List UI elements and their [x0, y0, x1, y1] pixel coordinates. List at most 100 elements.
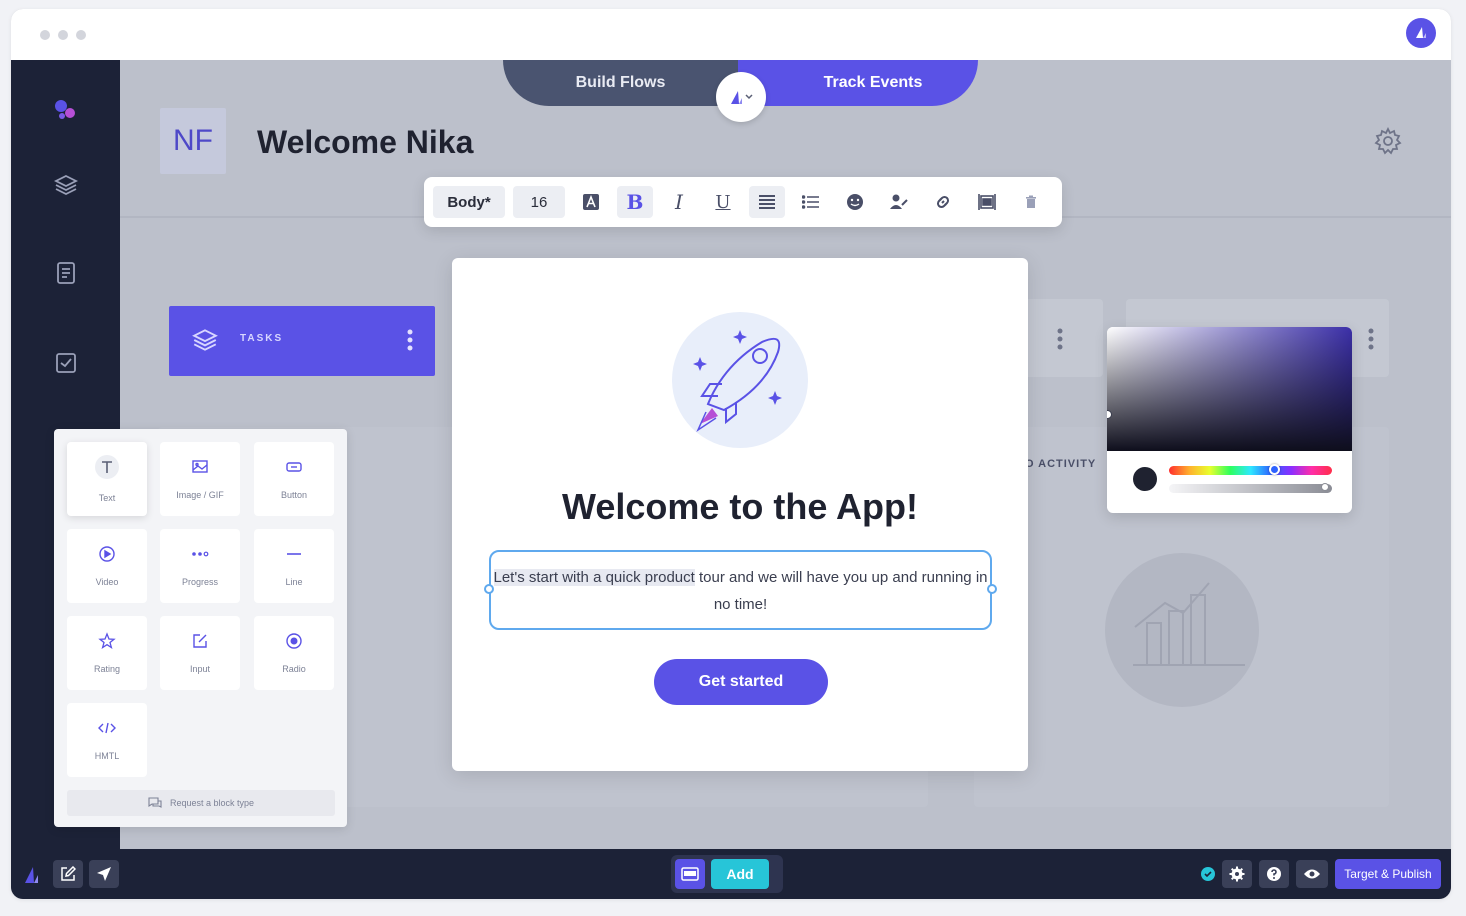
page-title: Welcome Nika — [257, 124, 474, 160]
mode-logo-icon[interactable] — [716, 72, 766, 122]
block-label: Input — [189, 664, 211, 674]
saturation-area[interactable] — [1107, 327, 1352, 451]
format-toolbar: Body* 16 B I U — [424, 177, 1062, 227]
block-progress[interactable]: Progress — [160, 529, 240, 603]
resize-handle[interactable] — [987, 584, 997, 594]
delete-icon[interactable] — [1013, 186, 1049, 218]
block-label: Text — [98, 493, 116, 503]
edit-icon[interactable] — [53, 860, 83, 888]
align-icon[interactable] — [749, 186, 785, 218]
tasks-label: TASKS — [240, 333, 284, 344]
hue-handle[interactable] — [1269, 464, 1280, 475]
block-radio[interactable]: Radio — [254, 616, 334, 690]
text-selection: Let's start with a quick product — [493, 569, 695, 586]
embed-icon[interactable] — [969, 186, 1005, 218]
block-input[interactable]: Input — [160, 616, 240, 690]
layers-icon — [192, 329, 218, 351]
block-button[interactable]: Button — [254, 442, 334, 516]
bottom-bar: Add Target & Publish — [11, 849, 1451, 899]
block-label: Progress — [181, 577, 218, 587]
block-label: Image / GIF — [176, 490, 224, 500]
apps-icon[interactable] — [51, 95, 81, 125]
modal-body-text[interactable]: Let's start with a quick product tour an… — [484, 550, 997, 630]
block-label: Radio — [282, 664, 306, 674]
italic-icon[interactable]: I — [661, 186, 697, 218]
app-logo-icon[interactable] — [23, 863, 45, 885]
document-icon[interactable] — [51, 258, 81, 288]
get-started-button[interactable]: Get started — [654, 659, 828, 705]
mode-switch: Build Flows Track Events — [503, 60, 978, 122]
progress-icon — [192, 551, 209, 557]
block-line[interactable]: Line — [254, 529, 334, 603]
request-block-button[interactable]: Request a block type — [67, 790, 335, 816]
tasks-card[interactable]: TASKS — [169, 306, 435, 376]
background-card — [1023, 299, 1103, 377]
image-icon — [192, 460, 208, 473]
chart-placeholder-icon — [1105, 553, 1259, 707]
add-control: Add — [671, 855, 783, 893]
list-icon[interactable] — [793, 186, 829, 218]
text-color-icon[interactable] — [573, 186, 609, 218]
add-button[interactable]: Add — [711, 859, 769, 889]
status-ok-icon — [1201, 867, 1215, 881]
avatar: NF — [160, 108, 226, 174]
window-controls — [40, 30, 86, 40]
blocks-panel: Text Image / GIF Button Video Progress L… — [54, 429, 347, 827]
line-icon — [287, 553, 301, 555]
layout-icon[interactable] — [675, 859, 705, 889]
block-video[interactable]: Video — [67, 529, 147, 603]
block-text[interactable]: Text — [67, 442, 147, 516]
bold-icon[interactable]: B — [617, 186, 653, 218]
button-icon — [286, 462, 302, 472]
window-dot[interactable] — [76, 30, 86, 40]
title-bar — [11, 9, 1451, 60]
emoji-icon[interactable] — [837, 186, 873, 218]
chat-icon — [148, 797, 162, 808]
text-rest: tour and we will have you up and running… — [694, 569, 988, 613]
resize-handle[interactable] — [484, 584, 494, 594]
rocket-icon — [672, 312, 808, 448]
code-icon — [98, 722, 116, 734]
brand-logo-icon[interactable] — [1406, 18, 1436, 48]
gear-icon[interactable] — [1373, 126, 1403, 156]
block-rating[interactable]: Rating — [67, 616, 147, 690]
navigate-icon[interactable] — [89, 860, 119, 888]
window-dot[interactable] — [40, 30, 50, 40]
text-icon — [95, 455, 119, 479]
more-icon[interactable] — [405, 328, 415, 354]
hue-slider[interactable] — [1169, 466, 1332, 475]
block-label: Video — [95, 577, 119, 587]
layers-icon[interactable] — [51, 170, 81, 200]
alpha-slider[interactable] — [1169, 484, 1332, 493]
app-window: Build Flows Track Events NF Welcome Nika… — [11, 9, 1451, 899]
star-icon — [98, 632, 116, 649]
no-activity-label: NO ACTIVITY — [1016, 458, 1097, 470]
block-label: Button — [280, 490, 308, 500]
link-icon[interactable] — [925, 186, 961, 218]
settings-icon[interactable] — [1222, 860, 1252, 888]
request-label: Request a block type — [169, 798, 255, 808]
block-label: HMTL — [94, 751, 120, 761]
target-publish-button[interactable]: Target & Publish — [1335, 859, 1441, 889]
underline-icon[interactable]: U — [705, 186, 741, 218]
block-label: Rating — [93, 664, 120, 674]
color-picker — [1107, 327, 1352, 513]
color-swatch — [1133, 467, 1157, 491]
checkbox-icon[interactable] — [51, 348, 81, 378]
block-html[interactable]: HMTL — [67, 703, 147, 777]
text-style-select[interactable]: Body* — [433, 186, 505, 218]
help-icon[interactable] — [1259, 860, 1289, 888]
welcome-modal: Welcome to the App! Let's start with a q… — [452, 258, 1028, 771]
video-icon — [99, 546, 115, 562]
window-dot[interactable] — [58, 30, 68, 40]
font-size-select[interactable]: 16 — [513, 186, 565, 218]
input-icon — [193, 634, 207, 648]
personalize-icon[interactable] — [881, 186, 917, 218]
modal-title: Welcome to the App! — [561, 486, 918, 527]
preview-icon[interactable] — [1296, 860, 1328, 888]
radio-icon — [286, 633, 302, 649]
track-events-tab[interactable]: Track Events — [738, 60, 978, 106]
alpha-handle[interactable] — [1321, 483, 1329, 491]
block-image-gif[interactable]: Image / GIF — [160, 442, 240, 516]
block-label: Line — [285, 577, 303, 587]
